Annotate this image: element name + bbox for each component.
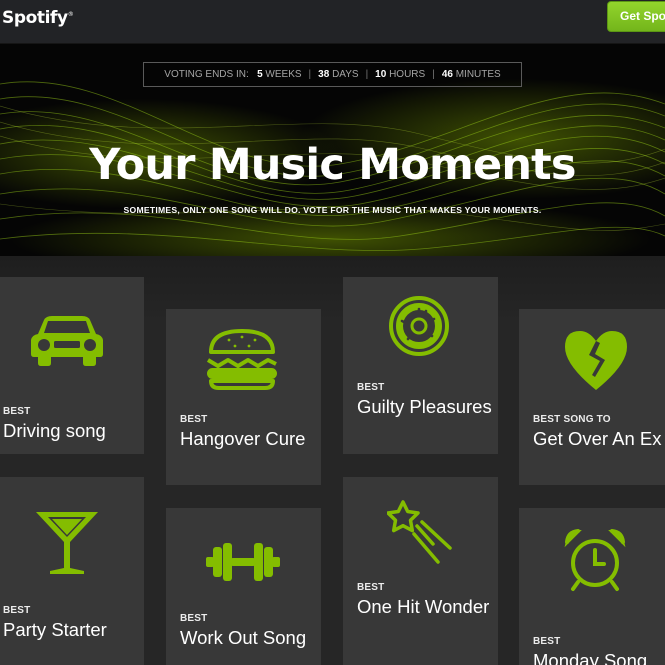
spotify-logo[interactable]: Spotify®: [2, 8, 74, 28]
category-grid: BEST Driving song BEST Hangover Cure BES…: [0, 256, 665, 665]
shooting-star-icon: [387, 500, 452, 564]
category-kicker: BEST SONG TO: [533, 414, 611, 425]
broken-heart-icon: [565, 331, 627, 390]
category-tile-get-over-an-ex[interactable]: BEST SONG TO Get Over An Ex: [519, 309, 665, 485]
category-tile-monday-song[interactable]: BEST Monday Song: [519, 508, 665, 665]
donut-icon: [389, 296, 449, 356]
category-kicker: BEST: [357, 582, 385, 593]
countdown-hours-value: 10: [375, 69, 387, 80]
category-tile-hangover-cure[interactable]: BEST Hangover Cure: [166, 309, 321, 485]
category-kicker: BEST: [533, 636, 561, 647]
category-name: Driving song: [3, 420, 106, 441]
category-kicker: BEST: [357, 382, 385, 393]
registered-mark: ®: [67, 11, 74, 18]
countdown-hours-unit: HOURS: [389, 69, 426, 80]
countdown-separator: |: [432, 69, 435, 80]
countdown-weeks-value: 5: [257, 69, 263, 80]
category-name: Party Starter: [3, 619, 107, 640]
category-tile-one-hit-wonder[interactable]: BEST One Hit Wonder: [343, 477, 498, 665]
category-name: Work Out Song: [180, 627, 307, 648]
countdown-days-unit: DAYS: [332, 69, 359, 80]
category-name: Hangover Cure: [180, 428, 306, 449]
cocktail-icon: [36, 512, 98, 574]
category-kicker: BEST: [3, 605, 31, 616]
countdown-days-value: 38: [318, 69, 330, 80]
logo-text: Spotify: [2, 8, 68, 28]
category-kicker: BEST: [180, 613, 208, 624]
category-name: Get Over An Ex: [533, 428, 662, 449]
category-name: One Hit Wonder: [357, 596, 490, 617]
countdown-minutes-unit: MINUTES: [455, 69, 501, 80]
countdown-separator: |: [365, 69, 369, 80]
category-kicker: BEST: [180, 414, 208, 425]
voting-countdown: VOTING ENDS IN: 5 WEEKS | 38 DAYS | 10 HOURS…: [143, 62, 522, 87]
category-tile-driving-song[interactable]: BEST Driving song: [0, 277, 144, 454]
top-bar: Spotify® Get Spotify: [0, 0, 665, 44]
category-kicker: BEST: [3, 406, 31, 417]
car-icon: [31, 316, 103, 366]
hero-banner: VOTING ENDS IN: 5 WEEKS | 38 DAYS | 10 HOURS…: [0, 44, 665, 256]
countdown-prefix: VOTING ENDS IN:: [164, 69, 249, 80]
dumbbell-icon: [206, 543, 280, 581]
get-spotify-button[interactable]: Get Spotify: [607, 1, 665, 32]
alarm-clock-icon: [564, 529, 626, 591]
burger-icon: [206, 329, 277, 390]
page-subtitle: SOMETIMES, ONLY ONE SONG WILL DO. VOTE F…: [123, 205, 542, 215]
category-name: Guilty Pleasures: [357, 396, 492, 417]
category-tile-work-out-song[interactable]: BEST Work Out Song: [166, 508, 321, 665]
category-tile-party-starter[interactable]: BEST Party Starter: [0, 477, 144, 665]
countdown-weeks-unit: WEEKS: [265, 69, 302, 80]
category-name: Monday Song: [533, 650, 648, 665]
category-tile-guilty-pleasures[interactable]: BEST Guilty Pleasures: [343, 277, 498, 454]
countdown-separator: |: [308, 69, 312, 80]
countdown-minutes-value: 46: [441, 69, 453, 80]
page-title: Your Music Moments: [89, 140, 576, 190]
